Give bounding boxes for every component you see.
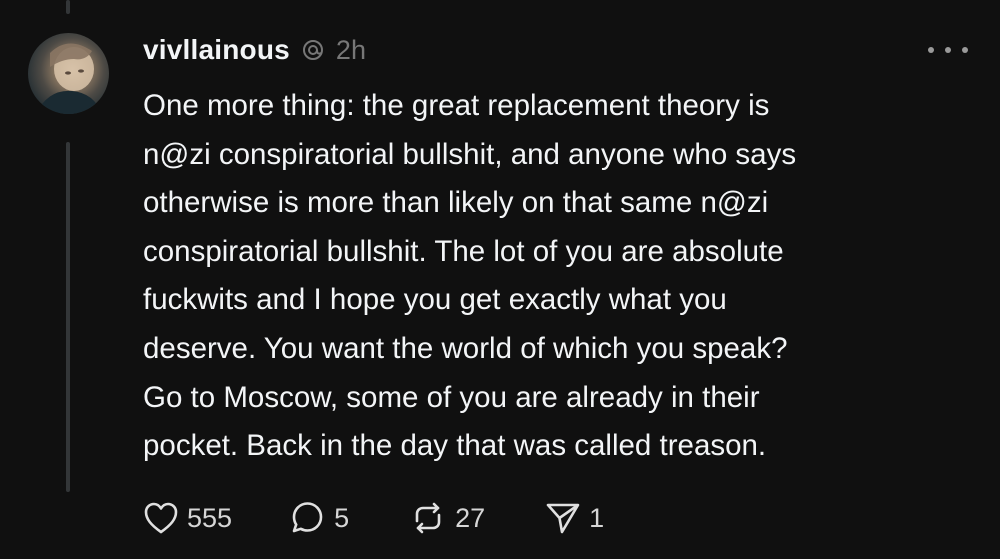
post-text-line: otherwise is more than likely on that sa…: [143, 186, 769, 220]
repost-button[interactable]: 27: [409, 501, 485, 535]
thread-connector-line: [66, 142, 70, 492]
share-count: 1: [589, 502, 605, 533]
more-dots-icon-end: [962, 47, 968, 53]
post-text-line: pocket. Back in the day that was called …: [143, 429, 767, 463]
more-dots-icon: [928, 47, 934, 53]
reply-count: 5: [334, 502, 350, 533]
like-count: 555: [187, 502, 233, 533]
more-dots-icon-middle: [945, 47, 951, 53]
post-text-line: n@zi conspiratorial bullshit, and anyone…: [143, 137, 797, 171]
username[interactable]: vivllainous: [143, 34, 290, 66]
post-text-line: Go to Moscow, some of you are already in…: [143, 380, 760, 414]
send-plane-icon: [546, 503, 580, 534]
reply-button[interactable]: 5: [290, 500, 349, 536]
threads-logo-icon: [300, 37, 326, 63]
post-text-line: deserve. You want the world of which you…: [143, 331, 788, 365]
post-body: One more thing: the great replacement th…: [143, 82, 963, 471]
post-time: 2h: [335, 34, 366, 65]
repost-arrows-icon: [415, 502, 441, 534]
post-text-line: conspiratorial bullshit. The lot of you …: [143, 234, 784, 268]
thread-connector-top: [66, 0, 70, 14]
post-actions: 555 5 27 1: [143, 496, 604, 540]
post-text-line: fuckwits and I hope you get exactly what…: [143, 283, 727, 317]
more-options-button[interactable]: [928, 38, 968, 62]
heart-icon: [144, 502, 178, 534]
like-button[interactable]: 555: [143, 501, 232, 535]
share-button[interactable]: 1: [545, 501, 604, 535]
repost-count: 27: [455, 502, 486, 533]
post-text-line: One more thing: the great replacement th…: [143, 89, 770, 122]
avatar[interactable]: [28, 33, 109, 114]
speech-bubble-icon: [292, 502, 323, 533]
post-header: vivllainous 2h: [143, 30, 366, 70]
